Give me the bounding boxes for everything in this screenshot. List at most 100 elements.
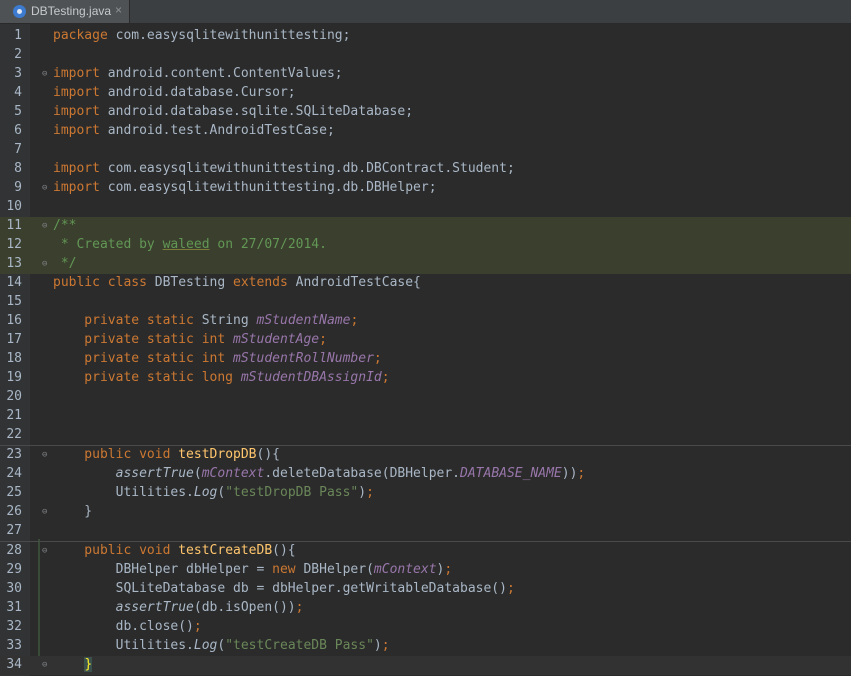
code-line[interactable]: 26 ⊖ } — [0, 503, 851, 522]
code-line[interactable]: 23 ⊖ public void testDropDB(){ — [0, 445, 851, 465]
code-token: mContext — [201, 466, 265, 481]
code-text: */ — [53, 256, 77, 271]
code-token: (){ — [256, 447, 280, 462]
line-number: 7 — [14, 142, 22, 157]
code-line[interactable]: 33 Utilities.Log("testCreateDB Pass"); — [0, 637, 851, 656]
fold-toggle-icon[interactable]: ⊖ — [42, 222, 50, 231]
tab-dbtesting-java[interactable]: DBTesting.java × — [0, 0, 130, 23]
code-token: import — [53, 123, 100, 138]
code-line[interactable]: 18 private static int mStudentRollNumber… — [0, 350, 851, 369]
code-text: import android.database.Cursor; — [53, 85, 296, 100]
code-token: android.test.AndroidTestCase; — [107, 123, 335, 138]
code-line[interactable]: 32 db.close(); — [0, 618, 851, 637]
close-icon[interactable]: × — [115, 3, 122, 17]
fold-toggle-icon[interactable]: ⊖ — [42, 260, 50, 269]
line-number: 15 — [6, 294, 22, 309]
tab-label: DBTesting.java — [31, 4, 112, 18]
line-number: 31 — [6, 600, 22, 615]
code-token: com.easysqlitewithunittesting; — [115, 28, 351, 43]
code-token: ; — [366, 485, 374, 500]
code-line[interactable]: 19 private static long mStudentDBAssignI… — [0, 369, 851, 388]
code-line[interactable]: 22 — [0, 426, 851, 445]
code-text: public void testDropDB(){ — [53, 447, 280, 462]
code-text: db.close(); — [53, 619, 202, 634]
code-line[interactable]: 4 import android.database.Cursor; — [0, 84, 851, 103]
code-line[interactable]: 15 — [0, 293, 851, 312]
line-number: 29 — [6, 562, 22, 577]
code-text: assertTrue(db.isOpen()); — [53, 600, 304, 615]
code-line[interactable]: 20 — [0, 388, 851, 407]
fold-toggle-icon[interactable]: ⊖ — [42, 547, 50, 556]
code-token: ( — [193, 466, 202, 481]
code-line[interactable]: 16 private static String mStudentName; — [0, 312, 851, 331]
code-token: DATABASE_NAME — [460, 466, 562, 481]
code-line[interactable]: 21 — [0, 407, 851, 426]
fold-toggle-icon[interactable]: ⊖ — [42, 508, 50, 517]
fold-toggle-icon[interactable]: ⊖ — [42, 70, 50, 79]
code-token: .deleteDatabase(DBHelper. — [264, 466, 461, 481]
code-token: AndroidTestCase{ — [295, 275, 421, 290]
code-token: import — [53, 104, 100, 119]
code-text: import android.test.AndroidTestCase; — [53, 123, 335, 138]
code-token: } — [53, 504, 93, 519]
line-number: 25 — [6, 485, 22, 500]
code-line[interactable]: 31 assertTrue(db.isOpen()); — [0, 599, 851, 618]
code-token: testDropDB — [178, 447, 257, 462]
code-line[interactable]: 10 — [0, 198, 851, 217]
code-line[interactable]: 27 — [0, 522, 851, 541]
code-token: Log — [193, 638, 218, 653]
code-token: import — [53, 66, 100, 81]
code-line[interactable]: 28 ⊖ public void testCreateDB(){ — [0, 541, 851, 561]
code-text: } — [53, 504, 92, 519]
code-editor[interactable]: 1 package com.easysqlitewithunittesting; 2… — [0, 27, 851, 675]
code-line[interactable]: 3 ⊖ import android.content.ContentValues; — [0, 65, 851, 84]
code-token: import — [53, 85, 100, 100]
code-line[interactable]: 24 assertTrue(mContext.deleteDatabase(DB… — [0, 465, 851, 484]
line-number: 17 — [6, 332, 22, 347]
code-line[interactable]: 25 Utilities.Log("testDropDB Pass"); — [0, 484, 851, 503]
line-number: 34 — [6, 657, 22, 672]
line-number: 18 — [6, 351, 22, 366]
code-token: private static int — [53, 351, 226, 366]
code-token: Utilities. — [53, 485, 194, 500]
code-text: import android.database.sqlite.SQLiteDat… — [53, 104, 413, 119]
code-token: DBHelper( — [303, 562, 374, 577]
code-line[interactable]: 14 public class DBTesting extends Android… — [0, 274, 851, 293]
code-token: testCreateDB — [178, 543, 273, 558]
code-token: (){ — [272, 543, 296, 558]
code-line[interactable]: 11 ⊖/** — [0, 217, 851, 236]
code-token: mStudentAge — [233, 332, 320, 347]
line-number: 22 — [6, 427, 22, 442]
code-line[interactable]: 7 — [0, 141, 851, 160]
code-token: ) — [358, 485, 367, 500]
code-text: private static int mStudentRollNumber; — [53, 351, 381, 366]
line-number: 19 — [6, 370, 22, 385]
code-line[interactable]: 6 import android.test.AndroidTestCase; — [0, 122, 851, 141]
code-line[interactable]: 34 ⊖ } — [0, 656, 851, 675]
code-line[interactable]: 5 import android.database.sqlite.SQLiteDa… — [0, 103, 851, 122]
fold-toggle-icon[interactable]: ⊖ — [42, 184, 50, 193]
code-line[interactable]: 9 ⊖ import com.easysqlitewithunittesting.d… — [0, 179, 851, 198]
code-token: ; — [506, 581, 515, 596]
editor-tab-bar: DBTesting.java × — [0, 0, 851, 24]
code-line[interactable]: 30 SQLiteDatabase db = dbHelper.getWrita… — [0, 580, 851, 599]
line-number: 27 — [6, 523, 22, 538]
line-number: 9 — [14, 180, 22, 195]
code-token: private static long — [53, 370, 234, 385]
code-token: mContext — [373, 562, 437, 577]
line-number: 33 — [6, 638, 22, 653]
code-line[interactable]: 8 import com.easysqlitewithunittesting.db… — [0, 160, 851, 179]
code-token: Log — [193, 485, 218, 500]
code-line[interactable]: 1 package com.easysqlitewithunittesting; — [0, 27, 851, 46]
code-token: )) — [561, 466, 578, 481]
fold-toggle-icon[interactable]: ⊖ — [42, 451, 50, 460]
code-token: "testDropDB Pass" — [225, 485, 359, 500]
code-line[interactable]: 29 DBHelper dbHelper = new DBHelper(mCon… — [0, 561, 851, 580]
code-line[interactable]: 2 — [0, 46, 851, 65]
fold-toggle-icon[interactable]: ⊖ — [42, 661, 50, 670]
code-line[interactable]: 17 private static int mStudentAge; — [0, 331, 851, 350]
code-line[interactable]: 12 * Created by waleed on 27/07/2014. — [0, 236, 851, 255]
line-number: 21 — [6, 408, 22, 423]
code-token: assertTrue — [53, 466, 194, 481]
code-line[interactable]: 13 ⊖ */ — [0, 255, 851, 274]
